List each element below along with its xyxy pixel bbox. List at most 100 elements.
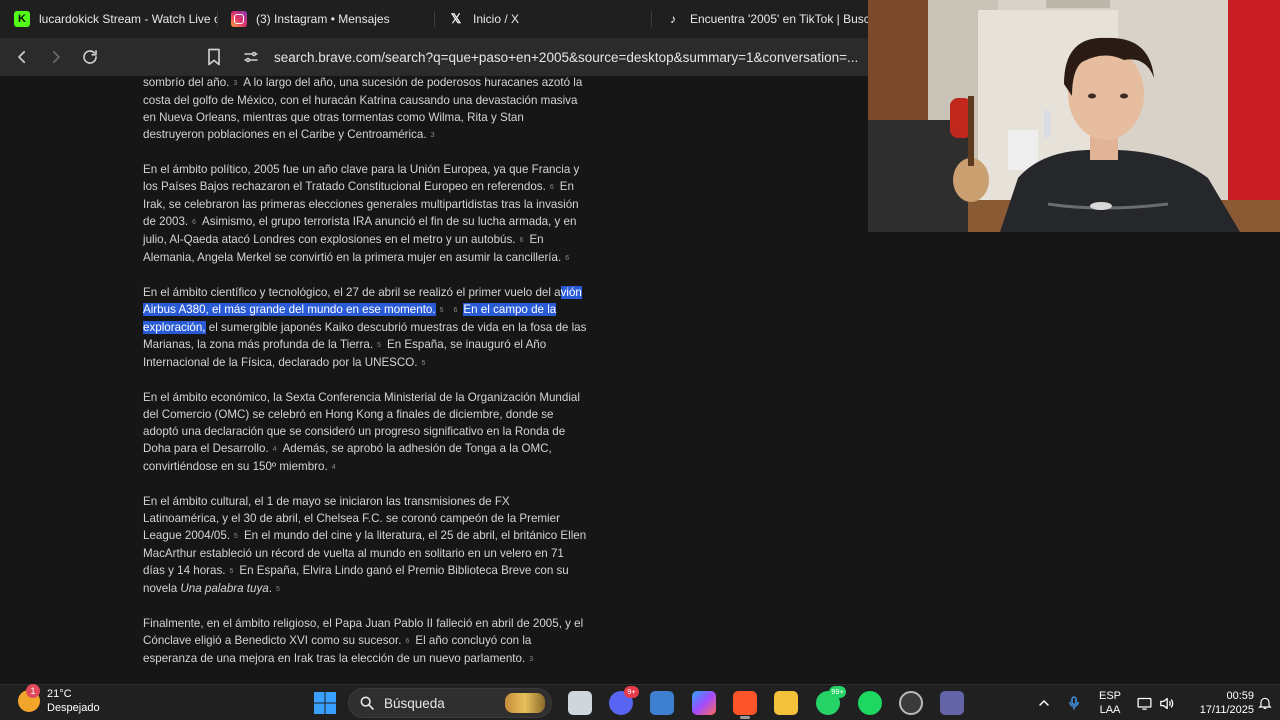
microphone-icon[interactable]	[1066, 685, 1082, 720]
windows-icon	[314, 692, 336, 714]
toolbar: search.brave.com/search?q=que+paso+en+20…	[0, 38, 868, 76]
windows-taskbar: 1 21°C Despejado Búsqueda 9+ 99+ ESP LAA…	[0, 684, 1280, 720]
notification-badge: 9+	[624, 686, 639, 698]
citation-badge[interactable]: 5	[230, 568, 234, 575]
search-icon	[360, 696, 374, 710]
kick-icon: K	[14, 11, 30, 27]
start-button[interactable]	[313, 691, 337, 715]
app-icon[interactable]	[899, 691, 923, 715]
paragraph-religion: Finalmente, en el ámbito religioso, el P…	[143, 615, 588, 668]
teams-icon[interactable]	[940, 691, 964, 715]
weather-widget[interactable]: 1 21°C Despejado	[18, 684, 100, 715]
citation-badge[interactable]: 5	[377, 342, 381, 349]
text: .	[268, 582, 272, 595]
language-indicator[interactable]: ESP LAA	[1094, 689, 1126, 717]
background-area	[868, 232, 1280, 684]
bookmark-icon	[208, 48, 220, 66]
tab-strip: K lucardokick Stream - Watch Live o (3) …	[0, 0, 868, 38]
citation-badge[interactable]: 3	[233, 80, 237, 87]
search-highlight-image	[505, 693, 545, 713]
arrow-right-icon	[52, 50, 60, 64]
tab-title: Encuentra '2005' en TikTok | Busca	[690, 12, 868, 26]
citation-badge[interactable]: 6	[550, 184, 554, 191]
active-indicator	[740, 716, 750, 719]
instagram-icon	[231, 11, 247, 27]
notification-center-icon[interactable]	[1257, 685, 1273, 720]
bell-glyph	[1258, 697, 1272, 709]
citation-badge[interactable]: 5	[276, 586, 280, 593]
whatsapp-icon[interactable]: 99+	[816, 686, 846, 715]
lang-line1: ESP	[1098, 690, 1121, 702]
clock-time: 00:59	[1226, 690, 1254, 702]
notification-badge: 1	[26, 684, 40, 698]
citation-badge[interactable]: 3	[431, 132, 435, 139]
citation-badge[interactable]: 4	[332, 464, 336, 471]
url-text: search.brave.com/search?q=que+paso+en+20…	[274, 49, 859, 65]
citation-badge[interactable]: 3	[529, 656, 533, 663]
notification-badge: 99+	[829, 686, 846, 698]
chevron-up-icon	[1039, 699, 1049, 706]
tab-title: lucardokick Stream - Watch Live o	[39, 12, 217, 26]
tab-x[interactable]: 𝕏 Inicio / X	[434, 0, 651, 38]
site-settings-icon[interactable]	[242, 48, 260, 66]
bookmark-button[interactable]	[204, 47, 224, 67]
page-content: sombrío del año. 3 A lo largo del año, una…	[0, 76, 868, 684]
volume-icon[interactable]	[1158, 685, 1175, 720]
paragraph-hurricanes: sombrío del año. 3 A lo largo del año, una…	[143, 76, 588, 144]
reload-button[interactable]	[76, 43, 104, 71]
file-explorer-icon[interactable]	[774, 691, 798, 715]
back-button[interactable]	[8, 43, 36, 71]
text: Asimismo, el grupo terrorista IRA anunci…	[143, 215, 577, 246]
microphone-glyph	[1069, 696, 1079, 710]
citation-badge[interactable]: 5	[422, 360, 426, 367]
tab-kick[interactable]: K lucardokick Stream - Watch Live o	[0, 0, 217, 38]
search-label: Búsqueda	[384, 695, 445, 711]
tab-tiktok[interactable]: ♪ Encuentra '2005' en TikTok | Busca	[651, 0, 868, 38]
citation-badge[interactable]: 6	[565, 255, 569, 262]
taskbar-search[interactable]: Búsqueda	[348, 688, 552, 718]
citation-badge[interactable]: 6	[454, 307, 458, 314]
ai-summary: sombrío del año. 3 A lo largo del año, una…	[143, 76, 588, 684]
arrow-left-icon	[18, 50, 26, 64]
spotify-icon[interactable]	[858, 691, 882, 715]
tab-title: Inicio / X	[473, 12, 520, 26]
paragraph-politics: En el ámbito político, 2005 fue un año c…	[143, 161, 588, 267]
task-view-icon[interactable]	[568, 691, 592, 715]
tab-title: (3) Instagram • Mensajes	[256, 12, 390, 26]
paragraph-science: En el ámbito científico y tecnológico, e…	[143, 284, 588, 372]
clock-date: 17/11/2025	[1199, 704, 1254, 716]
weather-temp: 21°C	[47, 688, 72, 700]
copilot-icon[interactable]	[692, 691, 716, 715]
forward-button[interactable]	[42, 43, 70, 71]
citation-badge[interactable]: 6	[192, 219, 196, 226]
speaker-glyph	[1160, 697, 1174, 709]
system-clock[interactable]: 00:59 17/11/2025	[1188, 689, 1254, 717]
paragraph-culture: En el ámbito cultural, el 1 de mayo se i…	[143, 493, 588, 598]
x-icon: 𝕏	[450, 11, 462, 26]
book-title: Una palabra tuya	[180, 582, 269, 595]
citation-badge[interactable]: 5	[234, 533, 238, 540]
discord-icon[interactable]: 9+	[609, 686, 639, 715]
tiktok-icon: ♪	[670, 12, 676, 26]
network-icon[interactable]	[1136, 685, 1153, 720]
text: sombrío del año.	[143, 76, 230, 89]
tab-instagram[interactable]: (3) Instagram • Mensajes	[217, 0, 434, 38]
reload-icon	[83, 50, 97, 64]
citation-badge[interactable]: 5	[440, 307, 444, 314]
monitor-glyph	[1137, 697, 1152, 710]
citation-badge[interactable]: 6	[520, 237, 524, 244]
app-icon[interactable]	[650, 691, 674, 715]
citation-badge[interactable]: 4	[273, 446, 277, 453]
paragraph-economy: En el ámbito económico, la Sexta Confere…	[143, 389, 588, 476]
brave-icon[interactable]	[733, 691, 757, 719]
text: En el ámbito científico y tecnológico, e…	[143, 286, 561, 299]
show-hidden-icons-button[interactable]	[1036, 685, 1052, 720]
weather-sun-icon: 1	[18, 684, 40, 712]
weather-desc: Despejado	[47, 702, 100, 714]
text: En el ámbito político, 2005 fue un año c…	[143, 163, 580, 193]
weather-text: 21°C Despejado	[47, 687, 100, 715]
webcam-overlay	[868, 0, 1280, 232]
webcam-image	[868, 0, 1280, 232]
citation-badge[interactable]: 6	[405, 638, 409, 645]
address-bar[interactable]: search.brave.com/search?q=que+paso+en+20…	[232, 42, 862, 72]
